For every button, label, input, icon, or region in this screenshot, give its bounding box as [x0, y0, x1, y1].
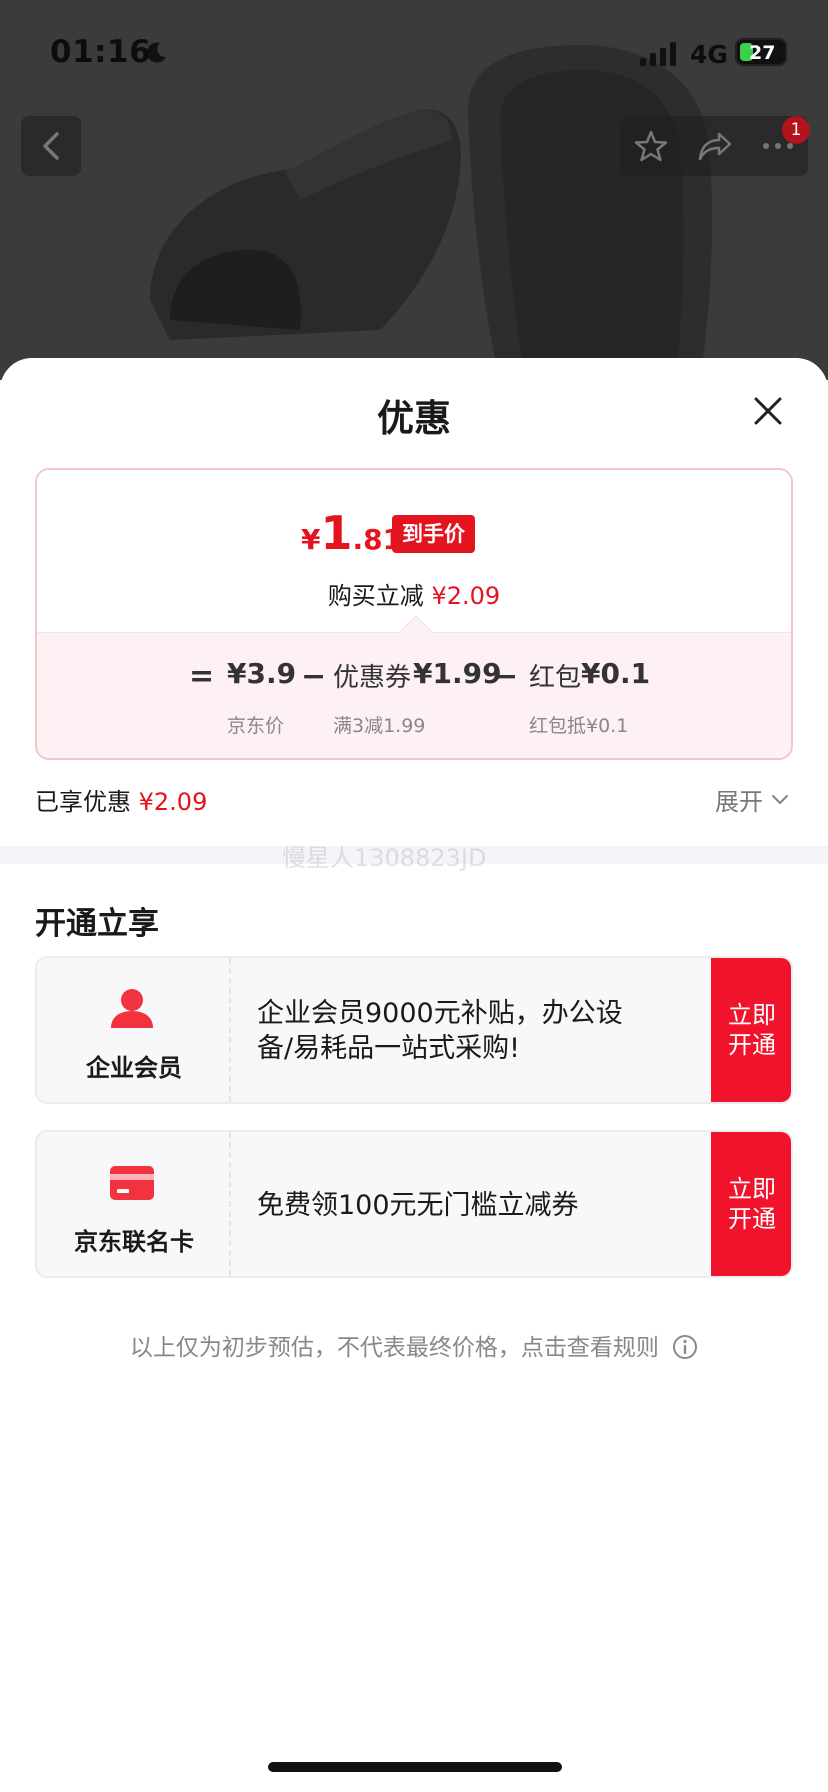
back-button[interactable] [21, 116, 81, 176]
price-breakdown-card: ¥1.81 到手价 购买立减 ¥2.09 = ¥3.9 京东价 − 优惠券 ¥1… [35, 468, 793, 760]
benefit-name: 京东联名卡 [74, 1228, 194, 1256]
redpack-label: 红包 [529, 663, 582, 693]
disclaimer-text: 以上仅为初步预估，不代表最终价格，点击查看规则 [129, 1335, 659, 1361]
activate-button[interactable]: 立即 开通 [711, 1132, 791, 1276]
nav-actions [620, 116, 808, 176]
home-indicator [268, 1762, 562, 1772]
coupon-condition: 满3减1.99 [333, 715, 426, 737]
equals-sign: = [189, 659, 215, 694]
price-formula: = ¥3.9 京东价 − 优惠券 ¥1.99 满3减1.99 − 红包 ¥0.1… [37, 632, 791, 758]
notification-badge: 1 [782, 116, 810, 144]
jd-price-label: 京东价 [227, 715, 285, 737]
redpack-deduction: 红包抵¥0.1 [529, 715, 629, 737]
expand-button[interactable]: 展开 [715, 782, 789, 817]
moon-icon [147, 42, 166, 63]
final-price-tag: 到手价 [392, 515, 475, 553]
jd-price: ¥3.9 [227, 657, 297, 690]
back-icon [43, 132, 59, 160]
coupon-value: ¥1.99 [413, 657, 502, 690]
signal-icon [640, 42, 676, 66]
disclaimer[interactable]: 以上仅为初步预估，不代表最终价格，点击查看规则 [0, 1328, 828, 1362]
expand-label: 展开 [715, 788, 763, 816]
final-price: ¥1.81 [301, 506, 403, 560]
network-type: 4G [690, 40, 728, 69]
star-icon[interactable] [634, 129, 668, 163]
minus-sign: − [301, 659, 327, 694]
sheet-title: 优惠 [377, 397, 451, 440]
user-icon [111, 989, 153, 1028]
redpack-value: ¥0.1 [581, 657, 651, 690]
benefit-name: 企业会员 [86, 1054, 182, 1082]
benefit-description: 企业会员9000元补贴，办公设 备/易耗品一站式采购! [257, 998, 623, 1064]
minus-sign: − [493, 659, 519, 694]
share-icon[interactable] [697, 130, 733, 162]
close-icon[interactable] [750, 393, 786, 429]
chevron-down-icon [771, 794, 789, 804]
card-icon [110, 1166, 154, 1200]
benefit-enterprise-member[interactable]: 企业会员 企业会员9000元补贴，办公设 备/易耗品一站式采购! 立即 开通 [35, 956, 793, 1104]
info-icon[interactable] [672, 1334, 698, 1360]
activate-button[interactable]: 立即 开通 [711, 958, 791, 1102]
purchase-reduction: 购买立减 ¥2.09 [327, 582, 501, 610]
more-icon[interactable] [762, 142, 794, 150]
enjoyed-discount: 已享优惠 ¥2.09 [35, 788, 208, 816]
product-image-backdrop: 01:16 4G 27 1 [0, 0, 828, 380]
watermark: 慢星人1308823JD [282, 844, 487, 872]
benefit-jd-cobrand-card[interactable]: 京东联名卡 免费领100元无门槛立减券 立即 开通 [35, 1130, 793, 1278]
status-bar: 01:16 4G 27 [0, 0, 828, 100]
status-time: 01:16 [50, 34, 152, 70]
price-summary: ¥1.81 到手价 购买立减 ¥2.09 [37, 470, 791, 632]
battery-icon: 27 [735, 38, 787, 66]
coupon-label: 优惠券 [333, 663, 412, 693]
benefit-description: 免费领100元无门槛立减券 [257, 1190, 579, 1221]
battery-level: 27 [749, 42, 776, 64]
section-title: 开通立享 [35, 906, 159, 942]
discount-sheet: 优惠 ¥1.81 到手价 购买立减 ¥2.09 = ¥3.9 京东价 − 优惠券… [0, 358, 828, 1792]
